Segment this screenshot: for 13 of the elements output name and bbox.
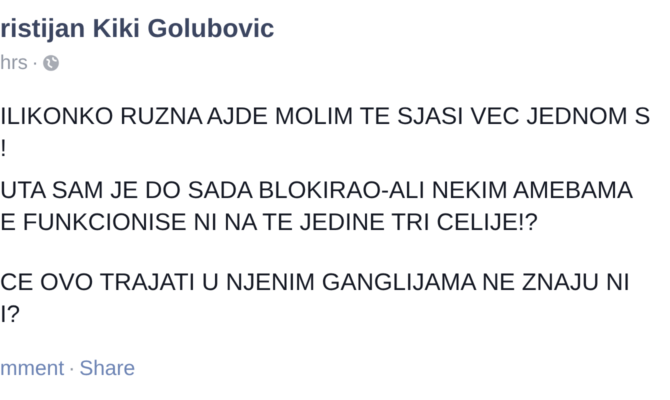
post-text-line: UTA SAM JE DO SADA BLOKIRAO-ALI NEKIM AMEBAMA [0,176,634,206]
post-text-line: CE OVO TRAJATI U NJENIM GANGLIJAMA NE ZNAJU NI [0,268,630,298]
post-text-line: ! [0,134,7,164]
post-text-line: I? [0,300,20,330]
globe-icon [42,54,60,72]
author-name[interactable]: ristijan Kiki Golubovic [0,14,274,42]
action-link[interactable]: mment [0,357,64,381]
separator-dot: · [32,51,38,76]
post-time[interactable]: hrs [0,48,28,78]
separator-dot: · [68,357,76,381]
post-text-line: E FUNKCIONISE NI NA TE JEDINE TRI CELIJE!? [0,208,538,238]
post-text-line: ILIKONKO RUZNA AJDE MOLIM TE SJASI VEC JEDNOM S [0,102,650,132]
action-link[interactable]: Share [79,357,136,381]
